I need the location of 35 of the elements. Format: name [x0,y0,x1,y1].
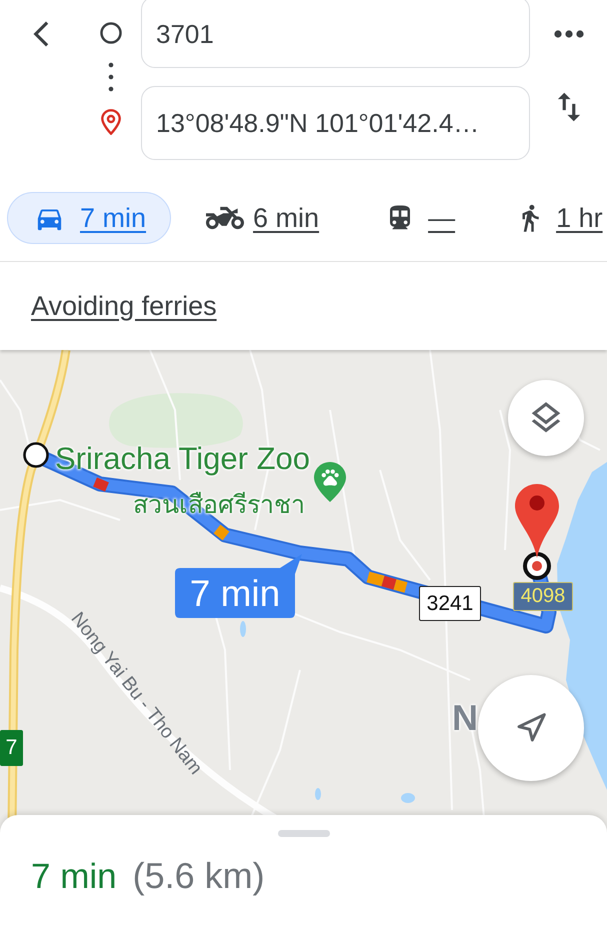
travel-mode-tab[interactable]: — [384,192,456,244]
pond-area [240,621,246,637]
route-time-label: 7 min [175,554,302,618]
origin-circle-icon [100,22,122,44]
travel-mode-tab[interactable]: 1 hr [514,192,604,244]
drag-handle[interactable] [278,830,330,837]
pond-area [315,788,321,800]
layers-button[interactable] [508,380,584,456]
more-icon [554,30,584,38]
traffic-segment [394,579,408,593]
road-number-sign: 3241 [419,586,481,621]
location-pin-icon [100,109,120,135]
pond-area [401,793,415,803]
area-name-label: N [452,697,478,738]
traffic-segment [381,576,397,590]
origin-field[interactable]: 3701 [141,0,530,68]
paw-pin-icon [313,461,347,503]
road-number-sign: 4098 [513,582,573,611]
destination-marker-icon [523,552,551,580]
travel-mode-tab[interactable]: 6 min [205,192,320,244]
traffic-segment [214,524,230,540]
destination-field[interactable]: 13°08'48.9"N 101°01'42.4… [141,86,530,160]
road-number-sign: 7 [0,730,23,766]
navigation-arrow-icon [515,712,547,744]
trip-distance: (5.6 km) [132,855,265,897]
trip-duration: 7 min [31,857,117,897]
traffic-segment [93,477,109,492]
origin-marker-icon [23,442,49,468]
dotted-connector-icon [108,62,114,92]
more-button[interactable] [554,30,584,38]
destination-pin-icon [514,483,560,559]
place-name-label: Sriracha Tiger Zoo [55,443,310,474]
route-options-link[interactable]: Avoiding ferries [31,290,217,322]
travel-mode-tab[interactable]: 7 min [7,192,172,244]
traffic-segment [366,572,384,586]
